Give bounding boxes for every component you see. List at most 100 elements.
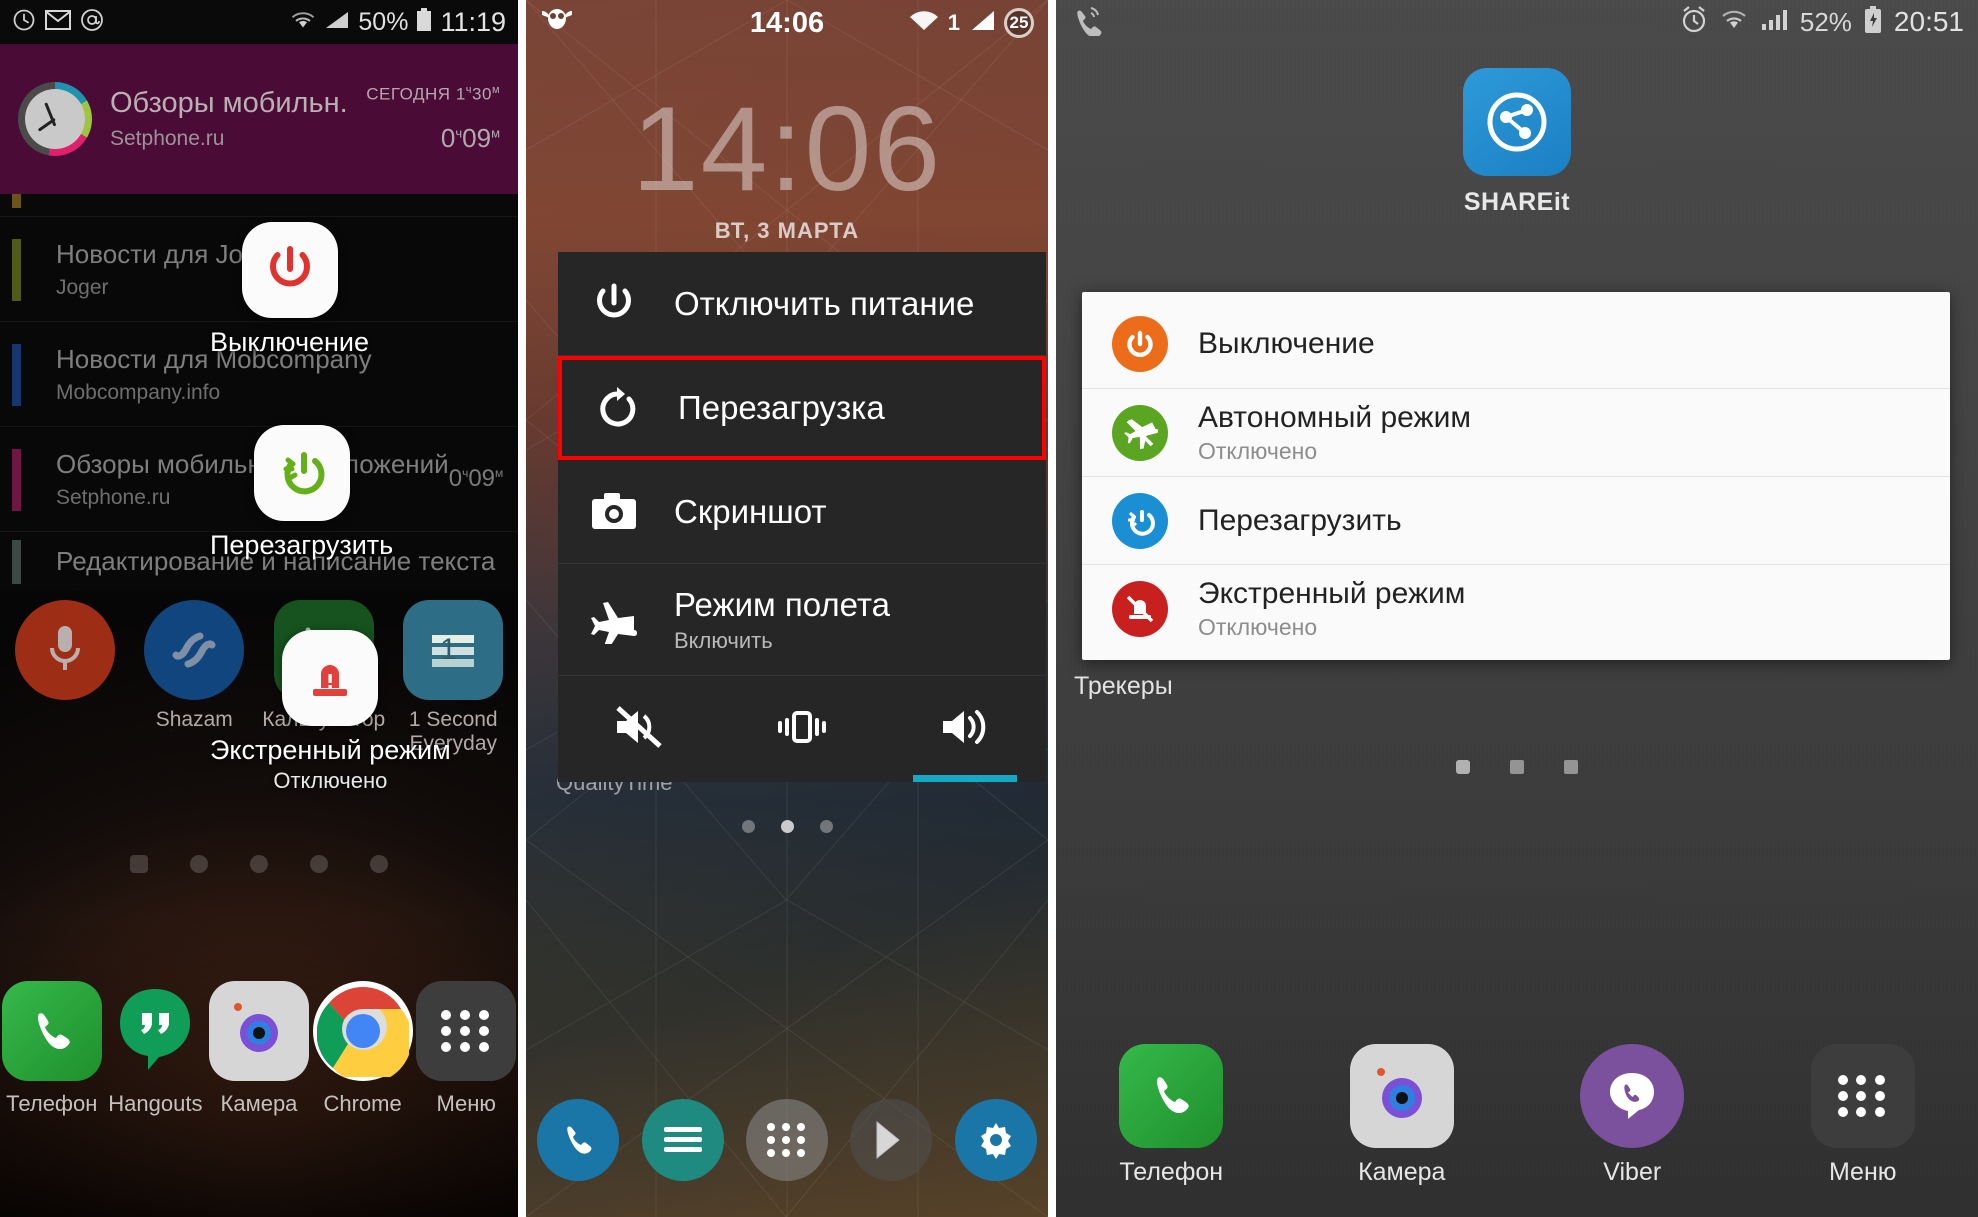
phone-icon	[537, 1099, 620, 1181]
camera-icon	[208, 981, 309, 1081]
dock-label: Камера	[220, 1091, 298, 1116]
dock-item-phone[interactable]: Телефон	[0, 981, 104, 1117]
battery-percent: 50%	[358, 7, 409, 36]
page-dot[interactable]	[250, 855, 268, 873]
power-dialog: Выключение Автономный режим Отключено Пе…	[1082, 292, 1950, 660]
home-indicator-dot[interactable]	[130, 855, 148, 873]
page-dot[interactable]	[370, 855, 388, 873]
dock-label: Chrome	[323, 1091, 402, 1116]
hangouts-icon	[105, 981, 205, 1081]
page-dot[interactable]	[741, 820, 755, 833]
power-dialog-label: Перезагрузить	[1198, 503, 1402, 537]
power-menu-label: Скриншот	[674, 492, 827, 530]
power-dialog-item-emergency-mode[interactable]: Экстренный режим Отключено	[1082, 564, 1950, 652]
dock-label: Меню	[1828, 1158, 1897, 1186]
home-indicator-dot[interactable]	[1456, 760, 1470, 774]
power-dialog-item-restart[interactable]: Перезагрузить	[1082, 476, 1950, 564]
page-dot[interactable]	[1510, 760, 1524, 774]
app-icon-voice-recorder[interactable]	[0, 600, 130, 756]
status-bar: 52% 20:51	[1056, 0, 1978, 44]
page-dot[interactable]	[190, 855, 208, 873]
dock-item-viber[interactable]: Viber	[1517, 1044, 1748, 1187]
power-dialog-item-power-off[interactable]: Выключение	[1082, 300, 1950, 388]
power-menu-label: Отключить питание	[674, 284, 975, 322]
restart-icon	[253, 425, 350, 521]
dock-item-hangouts[interactable]: Hangouts	[104, 981, 208, 1117]
power-menu-label: Перезагрузка	[678, 389, 885, 426]
notification-highlight[interactable]: Обзоры мобильн... Setphone.ru СЕГОДНЯ 1ч…	[0, 44, 518, 194]
dock-item-settings[interactable]	[944, 1099, 1048, 1181]
page-dot[interactable]	[819, 820, 833, 833]
phone-icon	[1119, 1044, 1224, 1148]
power-menu-item-power-off[interactable]: Отключить питание	[558, 252, 1046, 356]
phone-icon	[1, 981, 102, 1081]
battery-percent: 52%	[1799, 6, 1852, 37]
dock-label: Viber	[1603, 1158, 1662, 1186]
wifi-icon	[290, 10, 316, 35]
power-menu-item-screenshot[interactable]: Скриншот	[558, 460, 1046, 564]
power-dialog-item-airplane-mode[interactable]: Автономный режим Отключено	[1082, 388, 1950, 476]
volume-vibrate-button[interactable]	[721, 676, 884, 782]
dock-item-camera[interactable]: Камера	[207, 981, 311, 1117]
volume-sound-button[interactable]	[883, 676, 1046, 782]
signal-count-label: 1	[947, 10, 960, 35]
notification-duration: 0ч09м	[440, 122, 500, 153]
dock	[526, 1085, 1048, 1195]
app-drawer-icon	[746, 1099, 829, 1181]
phone-call-icon	[1070, 4, 1104, 41]
dock-item-camera[interactable]: Камера	[1287, 1044, 1518, 1187]
at-icon	[80, 8, 104, 37]
dock-label: Телефон	[6, 1091, 98, 1116]
dock-item-chrome[interactable]: Chrome	[311, 981, 415, 1117]
battery-icon	[416, 7, 432, 37]
dock-item-app-drawer[interactable]	[735, 1099, 839, 1181]
lockscreen-clock: 14:06	[631, 82, 943, 216]
callout-label: Выключение	[210, 327, 370, 357]
callout-power-off[interactable]: Выключение	[210, 222, 369, 358]
power-dialog-label: Автономный режим	[1198, 400, 1471, 434]
power-menu-item-airplane-mode[interactable]: Режим полета Включить	[558, 564, 1046, 676]
power-menu-label: Режим полета	[674, 585, 891, 623]
dock-label: Камера	[1358, 1158, 1446, 1186]
wifi-icon	[1720, 8, 1748, 37]
airplane-off-icon	[1112, 404, 1168, 461]
app-label: SHAREit	[1463, 188, 1571, 216]
page-dot[interactable]	[1564, 760, 1578, 774]
camera-icon	[588, 491, 640, 533]
status-clock: 20:51	[1893, 6, 1964, 37]
dock-label: Hangouts	[108, 1091, 203, 1116]
power-dialog-label: Экстренный режим	[1198, 576, 1466, 610]
page-dot-active[interactable]	[780, 820, 794, 833]
three-panel-comparison: 50% 11:19 Обзоры мобильн... Setphone.ru …	[0, 0, 1978, 1217]
signal-icon	[1760, 8, 1788, 37]
dock-item-menu[interactable]: Меню	[414, 981, 518, 1117]
dock-label: Меню	[436, 1091, 496, 1116]
notification-subtitle: Setphone.ru	[110, 127, 225, 150]
callout-restart[interactable]: Перезагрузить	[210, 425, 393, 561]
dock-item-phone[interactable]	[526, 1099, 630, 1181]
power-menu-sublabel: Включить	[674, 627, 773, 653]
callout-label: Экстренный режим	[210, 735, 451, 765]
dock-item-messages[interactable]	[630, 1099, 734, 1181]
app-icon-shareit[interactable]: SHAREit	[1056, 68, 1978, 217]
callout-sublabel: Отключено	[273, 768, 388, 793]
clock-icon	[12, 8, 36, 37]
panel-samsung-notifications: 50% 11:19 Обзоры мобильн... Setphone.ru …	[0, 0, 518, 1217]
mail-icon	[45, 9, 71, 35]
status-bar: 50% 11:19	[0, 0, 518, 44]
power-off-icon	[588, 281, 640, 327]
settings-gear-icon	[954, 1099, 1037, 1181]
power-menu-item-restart[interactable]: Перезагрузка	[558, 356, 1046, 460]
dock-item-menu[interactable]: Меню	[1748, 1044, 1978, 1187]
restart-icon	[1112, 492, 1168, 549]
volume-mute-button[interactable]	[558, 676, 721, 782]
battery-badge: 25	[1004, 8, 1034, 38]
volume-row	[558, 676, 1046, 782]
page-dot[interactable]	[310, 855, 328, 873]
wifi-icon	[908, 9, 940, 38]
dock-item-phone[interactable]: Телефон	[1056, 1044, 1287, 1187]
callout-emergency-mode[interactable]: Экстренный режим Отключено	[210, 630, 451, 794]
camera-icon	[1349, 1044, 1454, 1148]
sound-on-icon	[938, 704, 992, 755]
dock-item-play-store[interactable]	[839, 1099, 943, 1181]
